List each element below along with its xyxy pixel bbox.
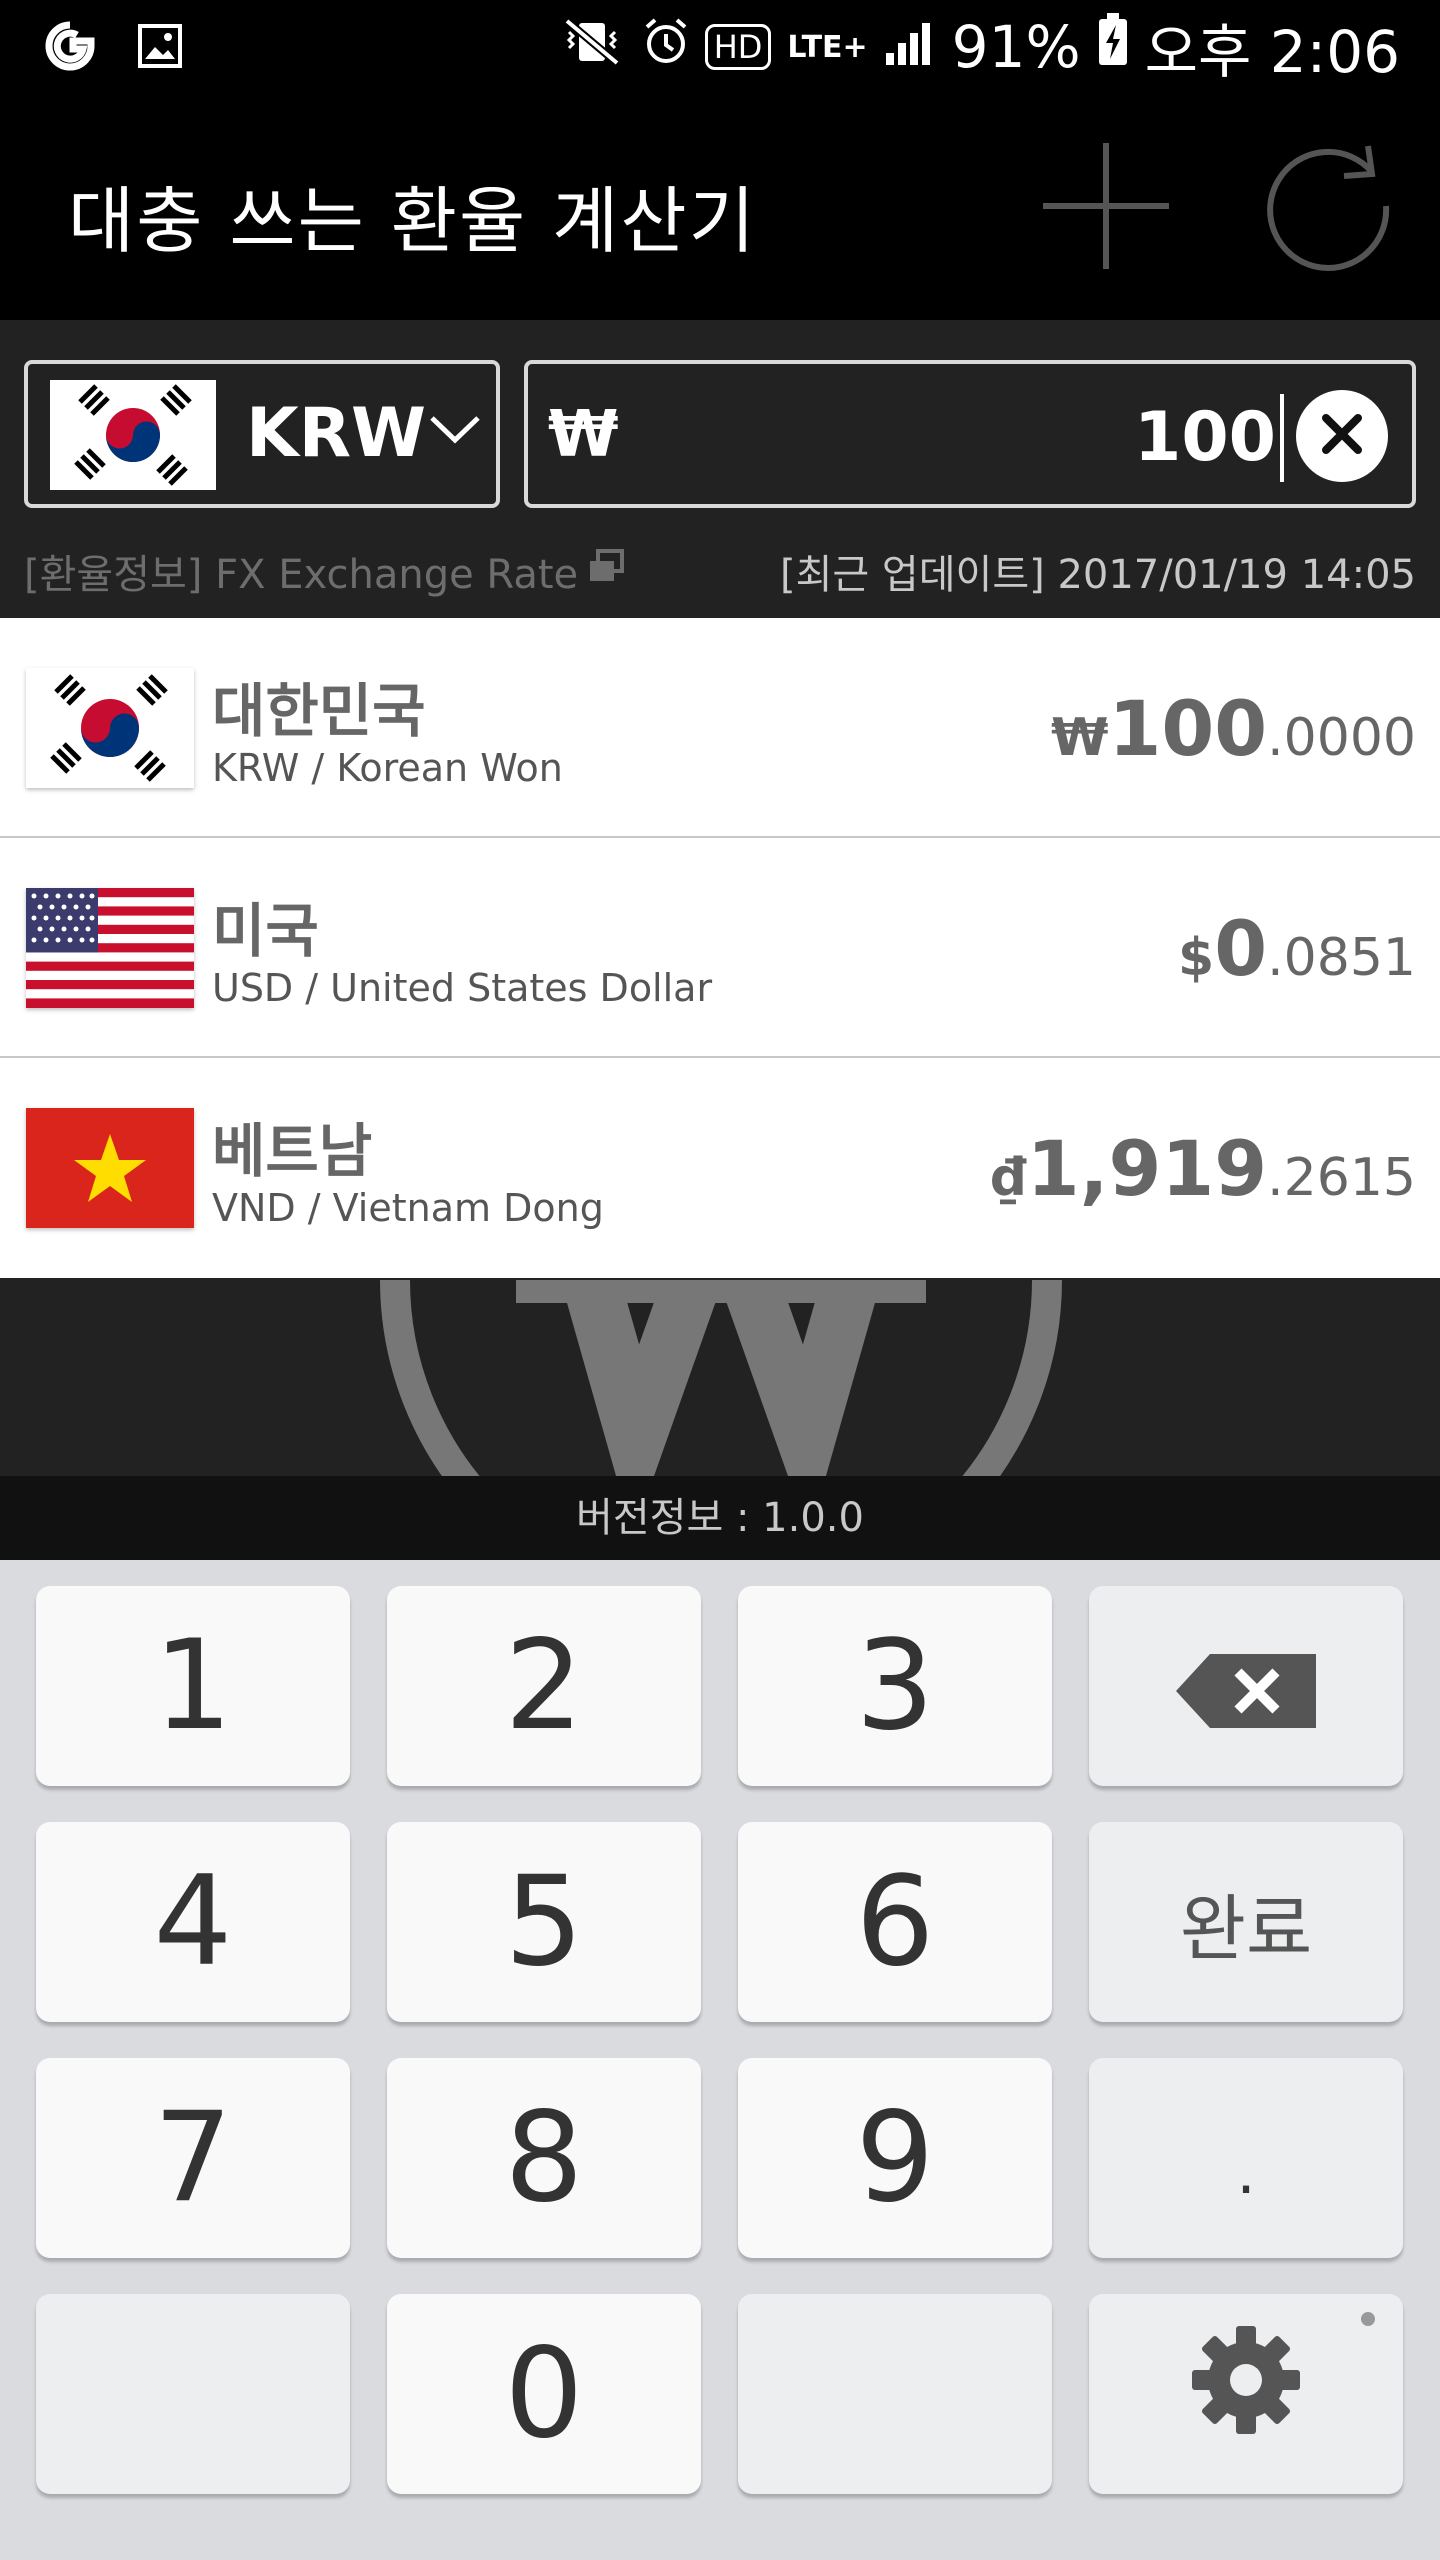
- currency-description: USD / United States Dollar: [212, 966, 713, 1010]
- vibrate-mute-icon: [557, 13, 627, 81]
- country-name: 미국: [212, 897, 319, 965]
- gallery-icon: [132, 18, 188, 74]
- app-bar: 대충 쓰는 환율 계산기: [0, 96, 1440, 320]
- status-bar: HD LTE+ 91% 오후 2:06: [0, 0, 1440, 96]
- last-update: [최근 업데이트] 2017/01/19 14:05: [780, 552, 1416, 598]
- input-panel: KRW ₩ 100 [환율정보] FX Exchange Rate [최근 업데…: [0, 320, 1440, 618]
- version-info: 버전정보 : 1.0.0: [0, 1476, 1440, 1560]
- amount-decimal: .0000: [1267, 708, 1416, 768]
- won-logo-icon: [376, 1280, 1066, 1476]
- alarm-icon: [643, 13, 689, 81]
- gear-icon: [1190, 2322, 1302, 2466]
- converted-amount: ₩100.0000: [1051, 684, 1416, 773]
- kr-flag-icon: [50, 380, 216, 490]
- list-item-usd[interactable]: 미국 USD / United States Dollar $0.0851: [0, 838, 1440, 1058]
- converted-amount: ₫1,919.2615: [991, 1124, 1416, 1213]
- key-8[interactable]: 8: [387, 2058, 701, 2258]
- converted-amount: $0.0851: [1178, 904, 1416, 993]
- external-window-icon: [586, 547, 626, 595]
- battery-charging-icon: [1097, 13, 1129, 81]
- refresh-button[interactable]: [1258, 138, 1398, 278]
- close-icon: [1320, 412, 1364, 460]
- currency-selector[interactable]: KRW: [24, 360, 500, 508]
- clear-button[interactable]: [1296, 390, 1388, 482]
- status-time: 오후 2:06: [1144, 18, 1400, 86]
- app-g-icon: [42, 18, 98, 74]
- key-1[interactable]: 1: [36, 1586, 350, 1786]
- amount-symbol: $: [1178, 928, 1215, 988]
- input-currency-symbol: ₩: [548, 398, 619, 472]
- vn-flag-icon: [26, 1108, 194, 1228]
- numeric-keypad: 1 2 3 4 5 6 완료 7 8 9 . 0: [0, 1560, 1440, 2560]
- currency-description: KRW / Korean Won: [212, 746, 563, 790]
- key-2[interactable]: 2: [387, 1586, 701, 1786]
- blank-key-left: [36, 2294, 350, 2494]
- amount-integer: 1,919: [1026, 1124, 1268, 1213]
- background-watermark: [0, 1280, 1440, 1476]
- amount-input[interactable]: ₩ 100: [524, 360, 1416, 508]
- battery-percent: 91%: [951, 13, 1081, 81]
- key-0[interactable]: 0: [387, 2294, 701, 2494]
- add-button[interactable]: [1036, 138, 1176, 278]
- amount-decimal: .2615: [1267, 1148, 1416, 1208]
- status-bar-right: HD LTE+ 91% 오후 2:06: [557, 13, 1400, 86]
- key-9[interactable]: 9: [738, 2058, 1052, 2258]
- text-caret: [1280, 394, 1284, 482]
- kr-flag-icon: [26, 668, 194, 788]
- key-4[interactable]: 4: [36, 1822, 350, 2022]
- country-name: 대한민국: [212, 677, 426, 745]
- list-item-krw[interactable]: 대한민국 KRW / Korean Won ₩100.0000: [0, 618, 1440, 838]
- done-button[interactable]: 완료: [1089, 1822, 1403, 2022]
- currency-description: VND / Vietnam Dong: [212, 1186, 604, 1230]
- chevron-down-icon: [428, 410, 482, 454]
- key-3[interactable]: 3: [738, 1586, 1052, 1786]
- conversion-list: 대한민국 KRW / Korean Won ₩100.0000 미국 USD /…: [0, 618, 1440, 1278]
- done-label: 완료: [1179, 1886, 1313, 1971]
- refresh-icon: [1260, 138, 1396, 278]
- status-bar-left: [42, 18, 188, 74]
- amount-integer: 0: [1214, 904, 1268, 993]
- app-title: 대충 쓰는 환율 계산기: [68, 179, 757, 263]
- fx-rate-link[interactable]: [환율정보] FX Exchange Rate: [24, 542, 626, 600]
- key-5[interactable]: 5: [387, 1822, 701, 2022]
- amount-symbol: ₩: [1051, 708, 1109, 768]
- add-icon: [1041, 141, 1171, 275]
- key-6[interactable]: 6: [738, 1822, 1052, 2022]
- hd-voice-icon: HD: [704, 24, 772, 70]
- list-item-vnd[interactable]: 베트남 VND / Vietnam Dong ₫1,919.2615: [0, 1058, 1440, 1278]
- selected-currency-code: KRW: [246, 394, 427, 473]
- amount-value: 100: [1134, 398, 1276, 477]
- amount-decimal: .0851: [1267, 928, 1416, 988]
- fx-rate-link-label: [환율정보] FX Exchange Rate: [24, 552, 579, 598]
- country-name: 베트남: [212, 1117, 373, 1185]
- blank-key-right: [738, 2294, 1052, 2494]
- backspace-button[interactable]: [1089, 1586, 1403, 1786]
- amount-integer: 100: [1108, 684, 1268, 773]
- settings-button[interactable]: [1089, 2294, 1403, 2494]
- key-7[interactable]: 7: [36, 2058, 350, 2258]
- decimal-point-key[interactable]: .: [1089, 2058, 1403, 2258]
- backspace-icon: [1176, 1614, 1316, 1758]
- signal-icon: [884, 13, 936, 81]
- indicator-dot-icon: [1361, 2312, 1375, 2326]
- us-flag-icon: [26, 888, 194, 1008]
- lte-plus-icon: LTE+: [787, 29, 868, 65]
- amount-symbol: ₫: [990, 1148, 1027, 1208]
